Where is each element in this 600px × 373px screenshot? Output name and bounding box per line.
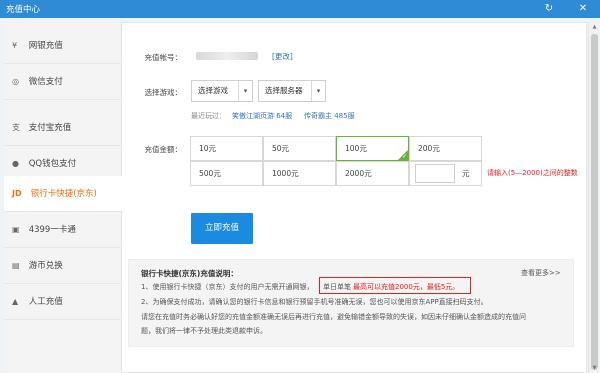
scroll-down-icon[interactable]: ▼ xyxy=(589,363,600,373)
sidebar-item-label: 网银充值 xyxy=(28,41,63,51)
alipay-icon: 支 xyxy=(12,123,20,132)
window-title: 充值中心 xyxy=(6,5,41,15)
card-icon: ▣ xyxy=(12,225,20,234)
account-label: 充值帐号： xyxy=(144,53,183,62)
sidebar-item-label: 支付宝充值 xyxy=(28,123,72,133)
amount-grid: 10元 50元 100元 ✓ 200元 500元 1000元 2000元 元 xyxy=(190,136,482,186)
notice-line-1: 1、使用银行卡快捷（京东）支付的用户无需开通网银， xyxy=(141,283,314,291)
game-select-value: 选择游戏 xyxy=(198,86,228,95)
notice-line-3: 请您在充值时务必确认好您的充值金额准确无误后再进行充值，避免输错金额导致的失误，… xyxy=(141,313,526,321)
custom-unit: 元 xyxy=(462,169,470,178)
sidebar-item-label: 人工充值 xyxy=(28,297,63,307)
exchange-icon: ▤ xyxy=(12,261,20,270)
amount-label: 充值金额： xyxy=(144,145,183,154)
amount-option-200[interactable]: 200元 xyxy=(409,136,482,161)
sidebar-item-coin-exchange[interactable]: ▤ 游币兑换 xyxy=(4,248,122,284)
sidebar-item-label: 4399一卡通 xyxy=(28,225,76,235)
person-icon: ▲ xyxy=(12,297,19,306)
game-label: 选择游戏： xyxy=(144,88,183,97)
highlight-box xyxy=(319,277,471,294)
recent-label: 最近玩过： xyxy=(191,112,226,120)
sidebar: ¥ 网银充值 ◎ 微信支付 支 支付宝充值 ● QQ钱包支付 JD 银行卡快捷(… xyxy=(4,22,123,373)
jd-icon: JD xyxy=(12,189,22,198)
notice-title: 银行卡快捷(京东)充值说明： xyxy=(141,269,238,278)
recharge-now-button[interactable]: 立即充值 xyxy=(191,213,253,244)
close-icon[interactable]: ✕ xyxy=(575,1,591,17)
server-select[interactable]: 选择服务器 ▾ xyxy=(258,80,326,102)
recharge-notice: 银行卡快捷(京东)充值说明： 查看更多>> 1、使用银行卡快捷（京东）支付的用户… xyxy=(128,259,574,347)
sidebar-item-alipay[interactable]: 支 支付宝充值 xyxy=(4,110,122,146)
sidebar-item-label: 银行卡快捷(京东) xyxy=(30,189,97,199)
scroll-up-icon[interactable]: ▲ xyxy=(589,22,600,32)
amount-option-50[interactable]: 50元 xyxy=(263,136,336,161)
sidebar-item-4399-card[interactable]: ▣ 4399一卡通 xyxy=(4,212,122,248)
sidebar-item-label: 游币兑换 xyxy=(28,261,63,271)
notice-line-4: 题，我们将一律不予处理此类退款申诉。 xyxy=(141,327,267,335)
account-value-masked xyxy=(196,52,258,60)
amount-option-500[interactable]: 500元 xyxy=(190,161,263,186)
yen-icon: ¥ xyxy=(12,41,18,50)
custom-amount-input[interactable] xyxy=(415,164,455,183)
server-select-value: 选择服务器 xyxy=(265,86,303,95)
amount-option-100[interactable]: 100元 ✓ xyxy=(336,136,409,161)
game-select[interactable]: 选择游戏 ▾ xyxy=(191,80,253,102)
chevron-down-icon: ▾ xyxy=(311,81,325,101)
check-icon: ✓ xyxy=(401,153,407,160)
refresh-icon[interactable]: ↻ xyxy=(541,1,557,17)
custom-amount-hint: 请输入(5—2000)之间的整数 xyxy=(487,169,578,177)
amount-option-1000[interactable]: 1000元 xyxy=(263,161,336,186)
view-more-link[interactable]: 查看更多>> xyxy=(521,268,561,278)
amount-option-10[interactable]: 10元 xyxy=(190,136,263,161)
sidebar-item-label: QQ钱包支付 xyxy=(28,159,77,169)
recent-game-link[interactable]: 传奇霸主 485服 xyxy=(304,111,355,121)
amount-option-label: 100元 xyxy=(345,144,367,153)
amount-option-2000[interactable]: 2000元 xyxy=(336,161,409,186)
sidebar-item-wechat-pay[interactable]: ◎ 微信支付 xyxy=(4,64,122,100)
wechat-icon: ◎ xyxy=(12,77,19,86)
sidebar-item-manual-recharge[interactable]: ▲ 人工充值 xyxy=(4,284,122,320)
scroll-thumb[interactable] xyxy=(591,34,598,370)
sidebar-item-jd-bank-card[interactable]: JD 银行卡快捷(京东) xyxy=(4,176,123,212)
change-account-link[interactable]: [更改] xyxy=(272,51,293,62)
custom-amount-cell: 元 xyxy=(409,161,482,186)
recent-game-link[interactable]: 笑傲江湖页游 64服 xyxy=(232,111,292,121)
vertical-scrollbar[interactable]: ▲ ▼ xyxy=(588,22,599,373)
notice-line-2: 2、为确保支付成功，请确认您的银行卡信息和银行预留手机号准确无误，您也可以使用京… xyxy=(141,298,488,306)
title-bar: 充值中心 ↻ ✕ xyxy=(0,0,600,18)
sidebar-item-online-banking[interactable]: ¥ 网银充值 xyxy=(4,28,122,64)
chevron-down-icon: ▾ xyxy=(238,81,252,101)
sidebar-item-label: 微信支付 xyxy=(28,77,63,87)
